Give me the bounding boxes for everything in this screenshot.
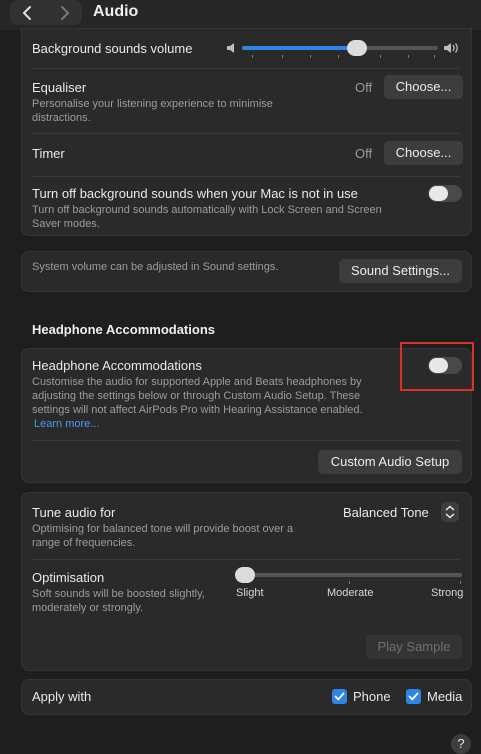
equaliser-description: Personalise your listening experience to… (32, 98, 273, 124)
apply-label: Apply with (32, 689, 92, 704)
chevron-left-icon (22, 5, 31, 20)
speaker-high-icon (444, 43, 458, 53)
slider-tick (338, 55, 339, 58)
slider-tick (282, 55, 283, 58)
optimisation-level-moderate: Moderate (327, 587, 374, 599)
help-button[interactable]: ? (451, 734, 471, 754)
timer-value: Off (355, 146, 373, 161)
custom-audio-setup-button[interactable]: Custom Audio Setup (318, 450, 462, 474)
divider (32, 440, 460, 441)
divider (32, 68, 460, 69)
slider-tick (434, 55, 435, 58)
play-sample-button[interactable]: Play Sample (366, 635, 462, 659)
back-button[interactable] (10, 0, 46, 25)
optimisation-level-strong: Strong (431, 587, 464, 599)
tune-description: Optimising for balanced tone will provid… (32, 523, 294, 549)
optimisation-level-slight: Slight (236, 587, 264, 599)
background-volume-label: Background sounds volume (32, 41, 193, 56)
toggle-knob (429, 186, 448, 201)
sound-settings-text: System volume can be adjusted in Sound s… (32, 261, 279, 273)
headphone-description-text: Customise the audio for supported Apple … (32, 376, 363, 416)
mac-off-description: Turn off background sounds automatically… (32, 204, 382, 230)
phone-checkbox[interactable] (332, 689, 347, 704)
headphone-label: Headphone Accommodations (32, 358, 202, 373)
equaliser-value: Off (355, 80, 373, 95)
optimisation-track[interactable] (237, 573, 462, 577)
chevron-right-icon (61, 5, 70, 20)
mac-off-label: Turn off background sounds when your Mac… (32, 186, 358, 201)
headphone-description: Customise the audio for supported Apple … (32, 375, 388, 431)
section-title: Headphone Accommodations (32, 322, 215, 337)
slider-tick (349, 581, 350, 584)
equaliser-choose-button[interactable]: Choose... (384, 75, 463, 99)
slider-tick (460, 581, 461, 584)
chevron-up-down-icon (445, 505, 455, 519)
headphone-accommodations-toggle[interactable] (428, 357, 462, 374)
nav-buttons (10, 0, 82, 25)
divider (32, 176, 460, 177)
phone-checkbox-label[interactable]: Phone (353, 689, 391, 704)
tune-label: Tune audio for (32, 505, 116, 520)
tune-select-value[interactable]: Balanced Tone (343, 505, 429, 520)
slider-tick (380, 55, 381, 58)
optimisation-label: Optimisation (32, 570, 105, 585)
mac-off-toggle[interactable] (428, 185, 462, 202)
divider (32, 133, 460, 134)
background-volume-thumb[interactable] (347, 40, 367, 56)
media-checkbox[interactable] (406, 689, 421, 704)
optimisation-description: Soft sounds will be boosted slightly, mo… (32, 588, 205, 614)
forward-button[interactable] (46, 0, 82, 25)
checkmark-icon (334, 692, 345, 701)
slider-tick (408, 55, 409, 58)
sound-settings-button[interactable]: Sound Settings... (339, 259, 462, 283)
background-volume-fill (242, 46, 355, 50)
page-title: Audio (93, 3, 139, 20)
optimisation-thumb[interactable] (235, 567, 255, 583)
toggle-knob (429, 358, 448, 373)
checkmark-icon (408, 692, 419, 701)
divider (32, 559, 460, 560)
timer-choose-button[interactable]: Choose... (384, 141, 463, 165)
media-checkbox-label[interactable]: Media (427, 689, 462, 704)
tune-select-stepper[interactable] (441, 502, 459, 522)
slider-tick (252, 55, 253, 58)
timer-label: Timer (32, 146, 65, 161)
slider-tick (310, 55, 311, 58)
equaliser-label: Equaliser (32, 80, 87, 95)
learn-more-link[interactable]: Learn more... (34, 418, 99, 430)
speaker-low-icon (227, 43, 234, 53)
